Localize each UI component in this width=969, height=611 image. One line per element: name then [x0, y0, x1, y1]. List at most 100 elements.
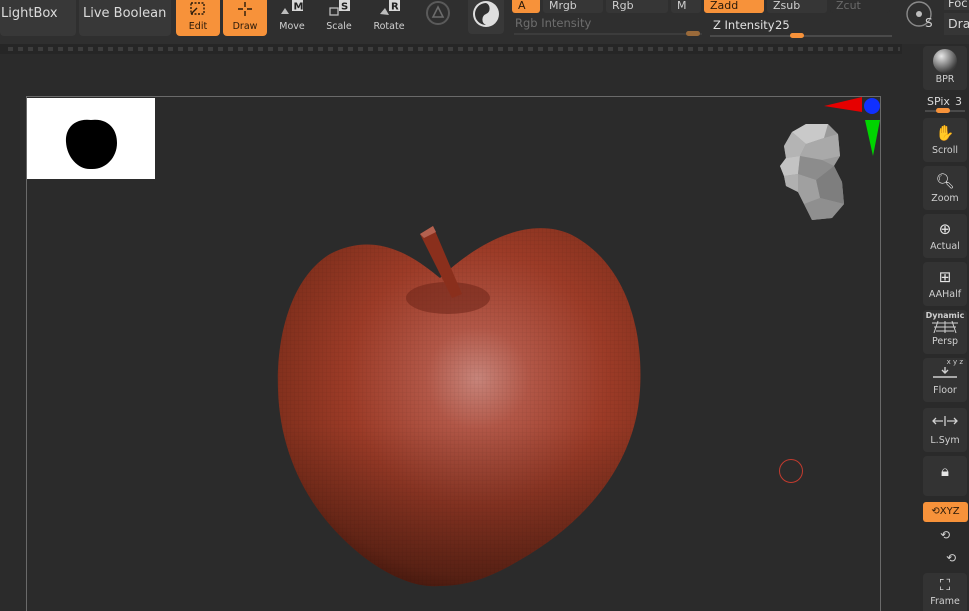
y-rotate-icon[interactable]: ⟲ [930, 528, 960, 542]
lightbox-button[interactable]: LightBox [0, 0, 76, 36]
orientation-gizmo[interactable] [776, 94, 884, 224]
a-mode-label: A [518, 0, 526, 12]
move-key: M [294, 2, 304, 13]
zoom-button[interactable]: 🔍︎ Zoom [923, 166, 967, 210]
scroll-label: Scroll [931, 145, 959, 156]
bpr-sphere-icon [923, 46, 967, 74]
m-button[interactable]: M [671, 0, 701, 13]
move-tool-button[interactable]: M Move [270, 0, 314, 36]
zadd-label: Zadd [710, 0, 739, 12]
rgb-intensity-label: Rgb Intensity [515, 16, 592, 30]
lsym-label: L.Sym [930, 435, 960, 446]
scale-label: Scale [326, 21, 352, 32]
spix-label: SPix [927, 95, 950, 108]
zadd-button[interactable]: Zadd [704, 0, 764, 13]
xyz-label: XYZ [939, 506, 960, 517]
frame-button[interactable]: ⛶ Frame [923, 573, 967, 611]
navigator-thumbnail[interactable] [27, 98, 155, 179]
zsub-button[interactable]: Zsub [767, 0, 827, 13]
persp-label: Persp [931, 336, 959, 347]
frame-label: Frame [930, 596, 960, 607]
focal-shift-icon[interactable]: S [902, 0, 940, 34]
aahalf-label: AAHalf [928, 289, 962, 300]
z-intensity-value: 25 [775, 18, 790, 32]
rgb-button[interactable]: Rgb [606, 0, 668, 13]
scale-icon: S [317, 0, 361, 22]
rotate-key: R [391, 2, 399, 13]
draw-label: Draw [232, 21, 258, 32]
svg-text:S: S [925, 16, 933, 30]
draw-size-button[interactable]: Dra [944, 13, 969, 35]
stroke-type-icon[interactable] [424, 0, 452, 28]
draw-size-label: Dra [948, 16, 969, 31]
rgb-intensity-knob[interactable] [686, 31, 700, 36]
floor-icon [923, 366, 967, 386]
mrgb-label: Mrgb [549, 0, 577, 12]
draw-tool-button[interactable]: Draw [223, 0, 267, 36]
edit-label: Edit [188, 21, 208, 32]
live-boolean-label: Live Boolean [83, 6, 167, 21]
z-axis-ball [864, 98, 880, 114]
apple-silhouette-icon [65, 119, 117, 170]
rgb-intensity-slider[interactable]: Rgb Intensity [512, 16, 704, 36]
mrgb-button[interactable]: Mrgb [543, 0, 603, 13]
edit-tool-button[interactable]: Edit [176, 0, 220, 36]
z-rotate-icon[interactable]: ⟲ [936, 551, 966, 565]
hand-icon: ✋ [935, 124, 955, 142]
scroll-button[interactable]: ✋ Scroll [923, 118, 967, 162]
scale-key: S [341, 2, 348, 13]
spix-slider[interactable]: SPix 3 [923, 93, 967, 115]
persp-button[interactable]: Dynamic Persp [923, 310, 967, 354]
zcut-label: Zcut [836, 0, 861, 12]
perspective-icon [923, 320, 967, 337]
alpha-brush-button[interactable] [468, 0, 504, 34]
dynamic-label: Dynamic [925, 311, 965, 320]
rgb-label: Rgb [612, 0, 634, 12]
move-icon: M [270, 0, 314, 22]
brush-cursor [779, 459, 803, 483]
edit-icon [176, 0, 220, 22]
zoom-actual-icon: ⊕ [938, 220, 952, 238]
zsub-label: Zsub [773, 0, 801, 12]
apple-model[interactable] [270, 220, 650, 592]
frame-icon: ⛶ [939, 576, 951, 594]
x-axis-arrow [824, 97, 862, 112]
focal-label: Foc [948, 0, 968, 10]
zoom-label: Zoom [931, 193, 959, 204]
m-label: M [677, 0, 687, 12]
z-intensity-label: Z Intensity [713, 18, 775, 32]
lightbox-label: LightBox [1, 6, 58, 21]
aa-half-icon: ⊞ [938, 268, 952, 286]
head-icon [780, 124, 844, 220]
bpr-label: BPR [935, 74, 955, 85]
zcut-button[interactable]: Zcut [830, 0, 890, 13]
lsym-button[interactable]: L.Sym [923, 408, 967, 452]
bpr-button[interactable]: BPR [923, 46, 967, 90]
local-symmetry-icon [923, 408, 967, 436]
move-label: Move [279, 21, 305, 32]
live-boolean-button[interactable]: Live Boolean [79, 0, 171, 36]
focal-button[interactable]: Foc [944, 0, 969, 10]
lock-button[interactable]: 🔒︎ [923, 456, 967, 496]
spix-knob[interactable] [936, 108, 950, 113]
floor-button[interactable]: x y z Floor [923, 358, 967, 402]
z-intensity-knob[interactable] [790, 33, 804, 38]
lock-icon: 🔒︎ [941, 462, 949, 480]
xyz-rotate-button[interactable]: ⟲XYZ [923, 502, 968, 522]
material-sphere-icon [473, 1, 499, 27]
rotate-tool-button[interactable]: R Rotate [367, 0, 411, 36]
z-intensity-slider[interactable]: Z Intensity 25 [708, 16, 898, 38]
y-axis-arrow [865, 120, 880, 156]
floor-label: Floor [933, 385, 957, 396]
toolbar-divider [0, 44, 902, 54]
actual-button[interactable]: ⊕ Actual [923, 214, 967, 258]
rotate-label: Rotate [373, 21, 405, 32]
spix-value: 3 [955, 95, 962, 108]
draw-icon [223, 0, 267, 22]
xyz-rotate-icon: ⟲ [931, 506, 940, 517]
scale-tool-button[interactable]: S Scale [317, 0, 361, 36]
actual-label: Actual [930, 241, 960, 252]
a-mode-button[interactable]: A [512, 0, 540, 13]
aahalf-button[interactable]: ⊞ AAHalf [923, 262, 967, 306]
rotate-icon: R [367, 0, 411, 22]
